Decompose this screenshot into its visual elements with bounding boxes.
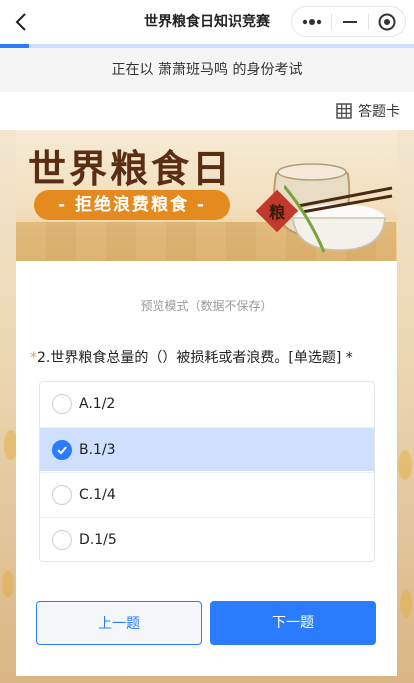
mini-program-capsule bbox=[291, 6, 406, 37]
answer-card-row: 答题卡 bbox=[0, 92, 414, 130]
target-close-icon bbox=[378, 13, 396, 31]
close-program-button[interactable] bbox=[369, 7, 405, 36]
rice-bowl-illustration bbox=[284, 185, 393, 253]
option-d[interactable]: D.1/5 bbox=[40, 517, 374, 561]
more-dots-icon bbox=[302, 19, 322, 25]
answer-card-label: 答题卡 bbox=[358, 104, 400, 120]
top-nav-bar: 世界粮食日知识竞赛 bbox=[0, 0, 414, 44]
sack-label: 粮 bbox=[269, 203, 285, 222]
banner-slogan: - 拒绝浪费粮食 - bbox=[34, 190, 230, 220]
question-label: 2.世界粮食总量的（）被损耗或者浪费。[单选题] * bbox=[37, 350, 353, 366]
food-day-banner: 粮 世界粮食日 - 拒绝浪费粮食 - bbox=[16, 130, 397, 261]
option-label: D.1/5 bbox=[79, 531, 117, 548]
answer-card-button[interactable]: 答题卡 bbox=[336, 100, 400, 122]
previous-question-button[interactable]: 上一题 bbox=[36, 601, 202, 645]
option-a[interactable]: A.1/2 bbox=[40, 382, 374, 426]
options-group: A.1/2 B.1/3 C.1/4 D.1/5 bbox=[39, 381, 375, 562]
preview-mode-notice: 预览模式（数据不保存） bbox=[140, 299, 273, 313]
radio-checked-icon[interactable] bbox=[52, 439, 72, 460]
banner-title: 世界粮食日 bbox=[28, 147, 234, 191]
option-label: C.1/4 bbox=[79, 486, 116, 503]
option-label: B.1/3 bbox=[79, 441, 116, 458]
option-label: A.1/2 bbox=[79, 396, 116, 412]
required-mark: * bbox=[30, 350, 37, 366]
grid-icon bbox=[336, 103, 352, 119]
question-text: *2.世界粮食总量的（）被损耗或者浪费。[单选题] * bbox=[30, 348, 390, 368]
next-question-button[interactable]: 下一题 bbox=[210, 601, 376, 645]
checkmark-icon bbox=[57, 445, 67, 454]
radio-circle-icon[interactable] bbox=[52, 529, 72, 550]
minimize-button[interactable] bbox=[332, 7, 368, 36]
radio-circle-icon[interactable] bbox=[52, 394, 72, 414]
option-b[interactable]: B.1/3 bbox=[40, 427, 374, 471]
radio-circle-icon[interactable] bbox=[52, 484, 72, 505]
option-c[interactable]: C.1/4 bbox=[40, 472, 374, 516]
question-card: 预览模式（数据不保存） *2.世界粮食总量的（）被损耗或者浪费。[单选题] * … bbox=[16, 261, 397, 676]
more-menu-button[interactable] bbox=[294, 7, 330, 36]
identity-banner: 正在以 萧萧班马鸣 的身份考试 bbox=[0, 48, 414, 92]
minimize-icon bbox=[343, 21, 357, 23]
